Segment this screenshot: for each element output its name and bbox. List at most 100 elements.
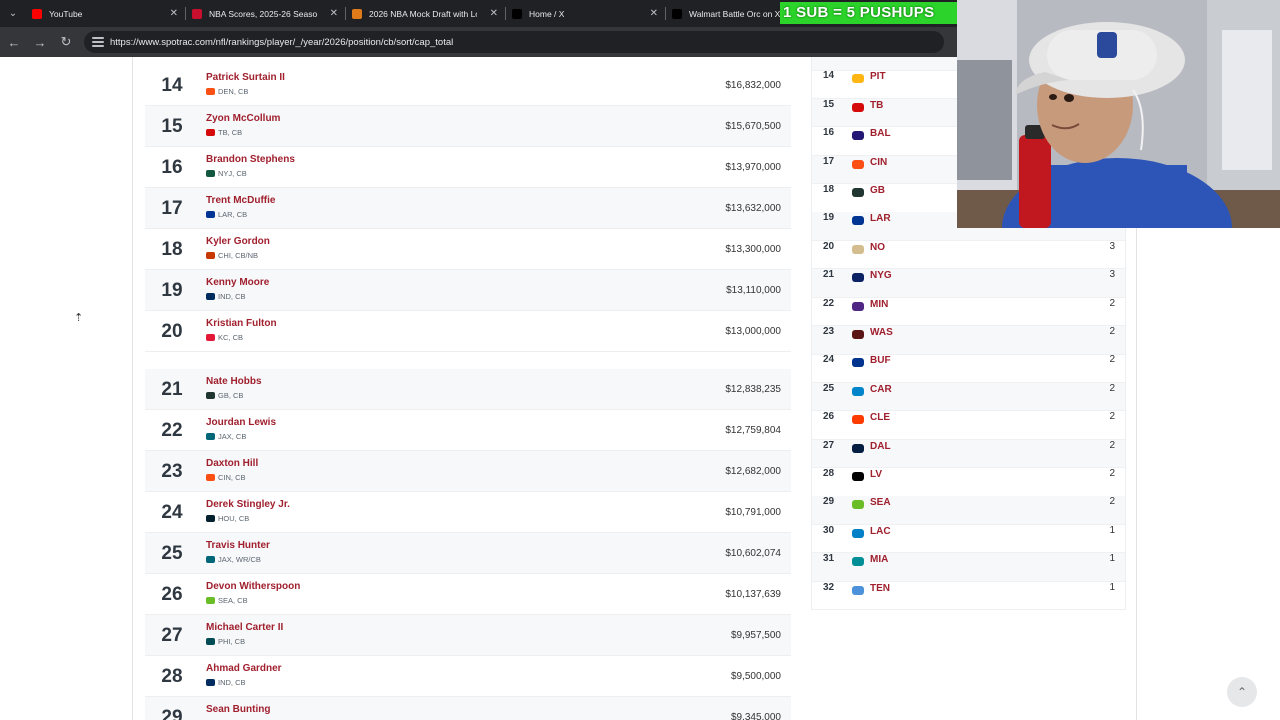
team-abbr-link[interactable]: BUF	[870, 355, 891, 366]
player-row: 22 Jourdan Lewis JAX, CB $12,759,804	[145, 410, 791, 451]
team-rank: 19	[823, 212, 835, 224]
team-rank: 25	[823, 382, 835, 394]
player-cap-total: $9,345,000	[730, 712, 781, 720]
player-rank: 22	[161, 420, 183, 441]
team-rank: 20	[823, 240, 835, 252]
team-logo-icon	[206, 433, 215, 440]
team-logo-icon	[852, 188, 864, 197]
site-info-icon[interactable]	[92, 37, 104, 47]
player-rank: 27	[161, 625, 183, 646]
player-row: 27 Michael Carter II PHI, CB $9,957,500	[145, 615, 791, 656]
player-team-position: CHI, CB/NB	[218, 251, 259, 260]
player-rank: 21	[161, 379, 183, 400]
player-name-link[interactable]: Nate Hobbs	[206, 376, 262, 387]
tab-close-icon[interactable]: ✕	[490, 8, 498, 19]
webcam-overlay	[957, 0, 1280, 228]
tab-search-icon[interactable]: ⌄	[0, 0, 26, 27]
player-row: 21 Nate Hobbs GB, CB $12,838,235	[145, 369, 791, 410]
team-rank: 30	[823, 524, 835, 536]
team-abbr-link[interactable]: TEN	[870, 583, 890, 594]
team-abbr-link[interactable]: SEA	[870, 497, 891, 508]
player-meta: TB, CB	[206, 128, 242, 137]
player-meta: IND, CB	[206, 678, 246, 687]
player-name-link[interactable]: Trent McDuffie	[206, 195, 275, 206]
team-logo-icon	[206, 293, 215, 300]
team-abbr-link[interactable]: CAR	[870, 384, 892, 395]
player-cap-total: $13,970,000	[725, 162, 781, 173]
back-arrow-icon[interactable]: ←	[2, 30, 26, 54]
player-name-link[interactable]: Daxton Hill	[206, 458, 258, 469]
address-bar[interactable]: https://www.spotrac.com/nfl/rankings/pla…	[84, 31, 944, 53]
team-rank: 29	[823, 496, 835, 508]
tab-close-icon[interactable]: ✕	[650, 8, 658, 19]
browser-tab[interactable]: NBA Scores, 2025-26 Season - ✕	[186, 0, 346, 27]
player-rank: 17	[161, 198, 183, 219]
team-abbr-link[interactable]: CLE	[870, 412, 890, 423]
player-meta: PHI, CB	[206, 637, 245, 646]
player-name-link[interactable]: Kyler Gordon	[206, 236, 270, 247]
browser-tab[interactable]: Home / X ✕	[506, 0, 666, 27]
browser-tab[interactable]: 2026 NBA Mock Draft with Lott ✕	[346, 0, 506, 27]
team-row: 32 TEN 1	[812, 582, 1125, 611]
player-name-link[interactable]: Ahmad Gardner	[206, 663, 282, 674]
player-name-link[interactable]: Brandon Stephens	[206, 154, 295, 165]
team-abbr-link[interactable]: NO	[870, 242, 885, 253]
player-cap-total: $16,832,000	[725, 80, 781, 91]
team-abbr-link[interactable]: CIN	[870, 157, 887, 168]
team-logo-icon	[206, 88, 215, 95]
forward-arrow-icon[interactable]: →	[28, 30, 52, 54]
player-name-link[interactable]: Michael Carter II	[206, 622, 283, 633]
player-team-position: TB, CB	[218, 128, 243, 137]
team-abbr-link[interactable]: MIN	[870, 299, 888, 310]
team-abbr-link[interactable]: GB	[870, 185, 885, 196]
player-rank: 18	[161, 239, 183, 260]
team-abbr-link[interactable]: LV	[870, 469, 882, 480]
player-name-link[interactable]: Jourdan Lewis	[206, 417, 276, 428]
player-row: 26 Devon Witherspoon SEA, CB $10,137,639	[145, 574, 791, 615]
team-logo-icon	[852, 74, 864, 84]
player-rank: 25	[161, 543, 183, 564]
draft-icon	[352, 8, 362, 19]
reload-icon[interactable]: ↻	[54, 30, 78, 54]
player-meta: GB, CB	[206, 391, 243, 400]
team-abbr-link[interactable]: BAL	[870, 128, 891, 139]
team-abbr-link[interactable]: PIT	[870, 71, 886, 82]
player-name-link[interactable]: Patrick Surtain II	[206, 72, 285, 83]
player-row: 29 Sean Bunting $9,345,000	[145, 697, 791, 720]
team-abbr-link[interactable]: LAC	[870, 526, 891, 537]
player-name-link[interactable]: Derek Stingley Jr.	[206, 499, 290, 510]
content-border-left	[132, 57, 133, 720]
team-abbr-link[interactable]: MIA	[870, 554, 888, 565]
team-abbr-link[interactable]: NYG	[870, 270, 892, 281]
scroll-to-top-button[interactable]: ⌃	[1227, 677, 1257, 707]
team-rank: 16	[823, 127, 835, 139]
team-logo-icon	[852, 386, 864, 396]
player-row: 16 Brandon Stephens NYJ, CB $13,970,000	[145, 147, 791, 188]
team-abbr-link[interactable]: WAS	[870, 327, 893, 338]
team-abbr-link[interactable]: LAR	[870, 213, 891, 224]
player-name-link[interactable]: Sean Bunting	[206, 704, 270, 715]
player-name-link[interactable]: Devon Witherspoon	[206, 581, 300, 592]
team-row: 23 WAS 2	[812, 326, 1125, 355]
stream-banner: 1 SUB = 5 PUSHUPS	[780, 2, 958, 24]
player-team-position: GB, CB	[218, 391, 244, 400]
tab-close-icon[interactable]: ✕	[330, 8, 338, 19]
tab-close-icon[interactable]: ✕	[170, 8, 178, 19]
team-row: 25 CAR 2	[812, 382, 1125, 412]
team-logo-icon	[206, 334, 215, 341]
browser-tab[interactable]: YouTube ✕	[26, 0, 186, 27]
tab-title: NBA Scores, 2025-26 Season -	[209, 8, 317, 19]
player-name-link[interactable]: Travis Hunter	[206, 540, 270, 551]
player-name-link[interactable]: Zyon McCollum	[206, 113, 280, 124]
player-rank: 26	[161, 584, 183, 605]
team-abbr-link[interactable]: TB	[870, 100, 883, 111]
team-row: 26 CLE 2	[812, 411, 1125, 440]
team-player-count: 1	[1109, 553, 1115, 565]
team-abbr-link[interactable]: DAL	[870, 441, 891, 452]
player-name-link[interactable]: Kenny Moore	[206, 277, 269, 288]
team-logo-icon	[206, 556, 215, 563]
player-name-link[interactable]: Kristian Fulton	[206, 318, 277, 329]
team-rank: 27	[823, 439, 835, 451]
autoscroll-cursor-icon: ⇡	[74, 312, 84, 324]
team-rank: 24	[823, 354, 835, 366]
